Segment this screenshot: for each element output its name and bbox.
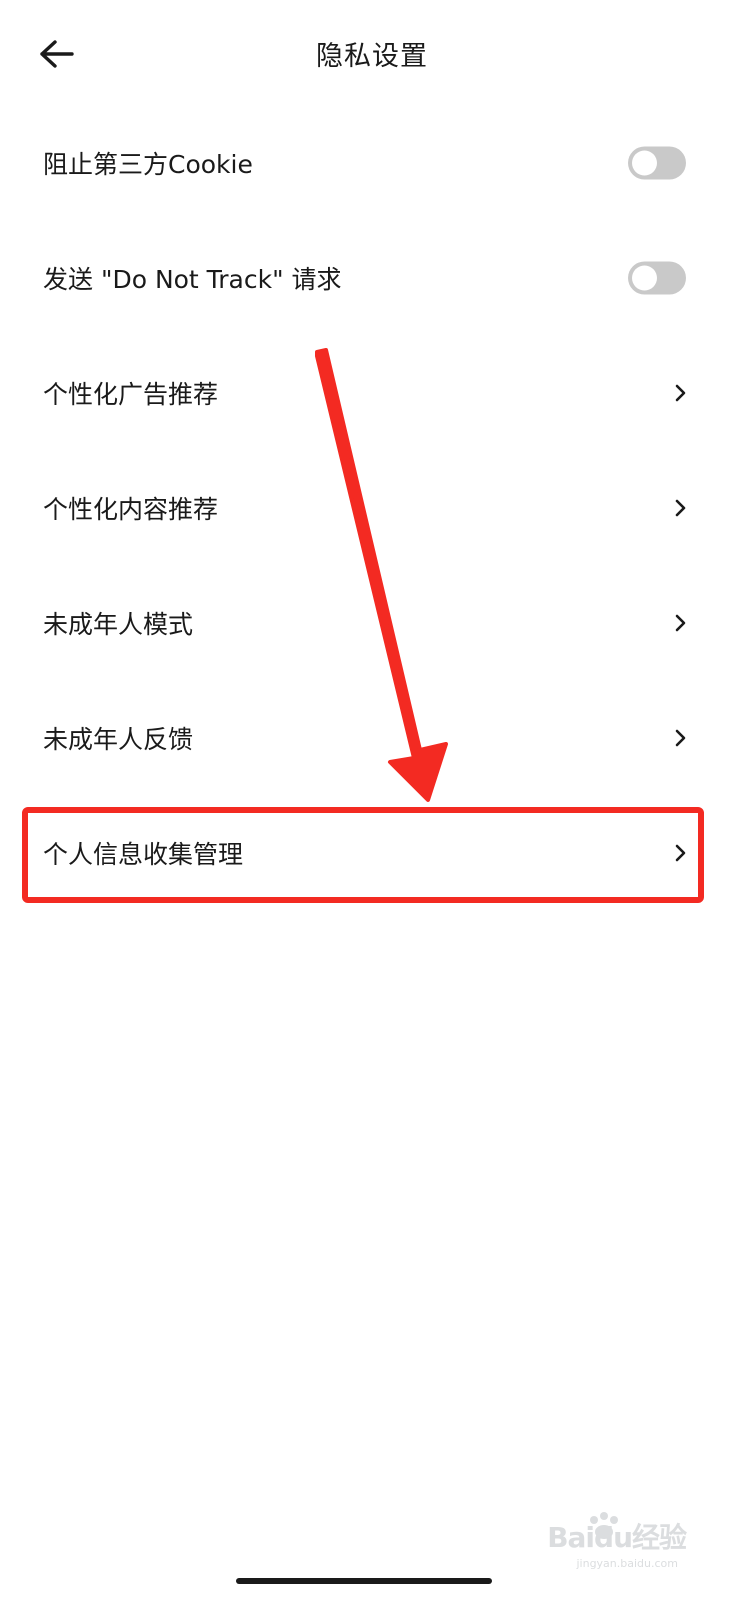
setting-row-personalized-content[interactable]: 个性化内容推荐 [0, 451, 744, 565]
chevron-right-icon [675, 614, 686, 632]
toggle-knob [632, 150, 657, 176]
chevron-right-icon [675, 384, 686, 402]
setting-row-do-not-track[interactable]: 发送 "Do Not Track" 请求 [0, 221, 744, 335]
baidu-watermark: Baidu经验 jingyan.baidu.com [546, 1510, 687, 1570]
watermark-text: Baidu经验 [547, 1521, 687, 1554]
setting-row-block-third-party-cookie[interactable]: 阻止第三方Cookie [0, 106, 744, 220]
chevron-right-icon [675, 729, 686, 747]
watermark-url: jingyan.baidu.com [576, 1557, 678, 1570]
chevron-right-icon [675, 499, 686, 517]
setting-row-minor-mode[interactable]: 未成年人模式 [0, 566, 744, 680]
setting-label: 个性化广告推荐 [43, 380, 219, 409]
setting-label: 未成年人模式 [43, 610, 194, 639]
setting-label: 个性化内容推荐 [43, 495, 219, 524]
setting-row-personal-info-collection[interactable]: 个人信息收集管理 [0, 796, 744, 910]
setting-label: 阻止第三方Cookie [43, 150, 253, 179]
setting-row-minor-feedback[interactable]: 未成年人反馈 [0, 681, 744, 795]
setting-label: 发送 "Do Not Track" 请求 [43, 265, 342, 294]
page-title: 隐私设置 [316, 41, 428, 72]
toggle-knob [632, 265, 657, 291]
setting-label: 未成年人反馈 [43, 725, 194, 754]
top-bar: 隐私设置 [0, 0, 744, 106]
home-indicator[interactable] [236, 1578, 492, 1584]
chevron-right-icon [675, 844, 686, 862]
do-not-track-toggle[interactable] [628, 261, 686, 295]
setting-row-personalized-ads[interactable]: 个性化广告推荐 [0, 336, 744, 450]
block-cookie-toggle[interactable] [628, 146, 686, 180]
setting-label: 个人信息收集管理 [43, 840, 244, 869]
